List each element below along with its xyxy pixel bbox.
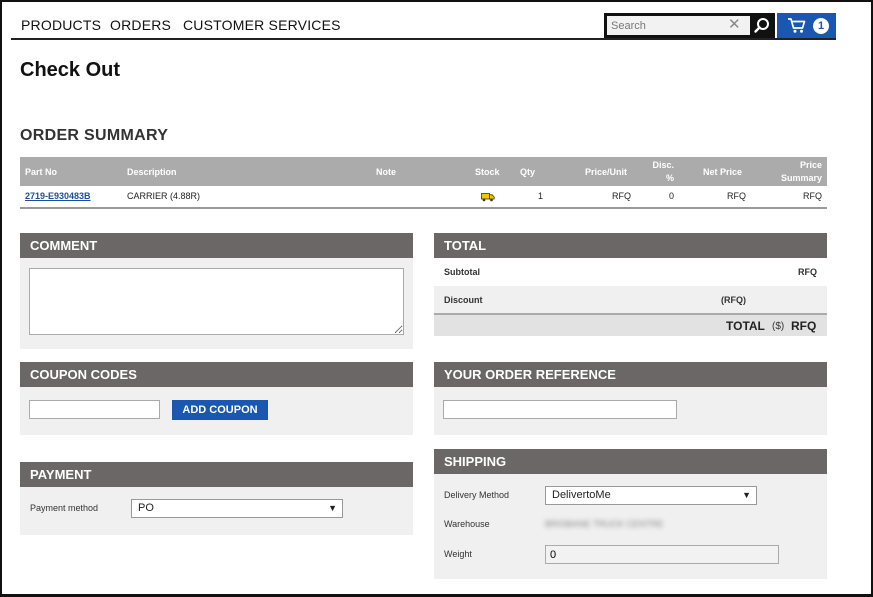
cart-icon — [788, 18, 806, 33]
shipping-title: SHIPPING — [434, 449, 827, 474]
cart-count-badge: 1 — [813, 18, 829, 34]
row-qty: 1 — [537, 191, 543, 201]
col-stock: Stock — [475, 167, 500, 177]
search-box: ✕ — [604, 13, 775, 38]
payment-title: PAYMENT — [20, 462, 413, 487]
col-disc: Disc. % — [640, 159, 674, 185]
order-summary-title: ORDER SUMMARY — [20, 127, 169, 144]
search-icon[interactable] — [752, 16, 772, 36]
payment-panel: PAYMENT Payment method PO ▼ — [20, 462, 413, 535]
clear-search-icon[interactable]: ✕ — [728, 17, 741, 33]
payment-method-select[interactable]: PO ▼ — [131, 499, 343, 518]
col-price-summary-line2: Summary — [780, 173, 822, 183]
col-description: Description — [127, 167, 177, 177]
delivery-method-value: DelivertoMe — [552, 489, 611, 501]
coupon-title: COUPON CODES — [20, 362, 413, 387]
total-title: TOTAL — [434, 233, 827, 258]
subtotal-row: Subtotal RFQ — [434, 258, 827, 286]
comment-panel: COMMENT — [20, 233, 413, 349]
discount-label: Discount — [444, 295, 483, 305]
delivery-method-select[interactable]: DelivertoMe ▼ — [545, 486, 757, 505]
part-no-link[interactable]: 2719-E930483B — [25, 191, 91, 201]
row-description: CARRIER (4.88R) — [127, 191, 201, 201]
grand-total-currency: ($) — [772, 321, 785, 332]
warehouse-label: Warehouse — [444, 519, 490, 529]
comment-textarea[interactable] — [29, 268, 404, 335]
table-row: 2719-E930483B CARRIER (4.88R) 1 RFQ 0 RF… — [20, 186, 827, 209]
weight-field[interactable] — [545, 545, 779, 564]
payment-method-label: Payment method — [30, 503, 99, 513]
col-price-summary-line1: Price — [799, 160, 822, 170]
col-note: Note — [376, 167, 396, 177]
subtotal-label: Subtotal — [444, 267, 480, 277]
coupon-input[interactable] — [29, 400, 160, 419]
col-qty: Qty — [520, 167, 536, 177]
payment-method-value: PO — [138, 502, 154, 514]
dropdown-arrow-icon: ▼ — [328, 503, 337, 513]
weight-label: Weight — [444, 549, 472, 559]
subtotal-value: RFQ — [798, 267, 817, 277]
col-part-no: Part No — [25, 167, 58, 177]
order-reference-input[interactable] — [443, 400, 677, 419]
row-disc: 0 — [668, 191, 674, 201]
truck-icon — [481, 191, 495, 204]
shipping-panel: SHIPPING Delivery Method DelivertoMe ▼ W… — [434, 449, 827, 579]
row-price-unit: RFQ — [612, 191, 631, 201]
cart-button[interactable]: 1 — [777, 13, 836, 38]
col-price-unit: Price/Unit — [585, 167, 628, 177]
col-net-price: Net Price — [703, 167, 743, 177]
table-header: Part No Description Note Stock Qty Price… — [20, 157, 827, 186]
nav-orders[interactable]: ORDERS — [110, 17, 171, 33]
delivery-method-label: Delivery Method — [444, 490, 510, 500]
coupon-panel: COUPON CODES ADD COUPON — [20, 362, 413, 435]
row-net-price: RFQ — [727, 191, 746, 201]
discount-row: Discount (RFQ) — [434, 286, 827, 314]
warehouse-value: BRISBANE TRUCK CENTRE — [545, 519, 664, 529]
order-summary-table: Part No Description Note Stock Qty Price… — [20, 157, 827, 209]
top-nav: PRODUCTS ORDERS CUSTOMER SERVICES ✕ 1 — [11, 11, 836, 40]
col-disc-line2: % — [665, 173, 674, 183]
total-panel: TOTAL Subtotal RFQ Discount (RFQ) TOTAL … — [434, 233, 827, 336]
page-title: Check Out — [20, 59, 121, 81]
grand-total-row: TOTAL ($) RFQ — [434, 313, 827, 336]
comment-title: COMMENT — [20, 233, 413, 258]
row-price-summary: RFQ — [803, 191, 822, 201]
nav-products[interactable]: PRODUCTS — [21, 17, 101, 33]
nav-customer-services[interactable]: CUSTOMER SERVICES — [183, 17, 341, 33]
grand-total-label: TOTAL — [726, 319, 765, 333]
order-reference-panel: YOUR ORDER REFERENCE — [434, 362, 827, 435]
order-reference-title: YOUR ORDER REFERENCE — [434, 362, 827, 387]
col-price-summary: Price Summary — [770, 159, 822, 185]
grand-total-value: RFQ — [791, 319, 817, 333]
dropdown-arrow-icon: ▼ — [742, 490, 751, 500]
discount-value: (RFQ) — [721, 295, 746, 305]
col-disc-line1: Disc. — [652, 160, 674, 170]
add-coupon-button[interactable]: ADD COUPON — [172, 400, 268, 420]
